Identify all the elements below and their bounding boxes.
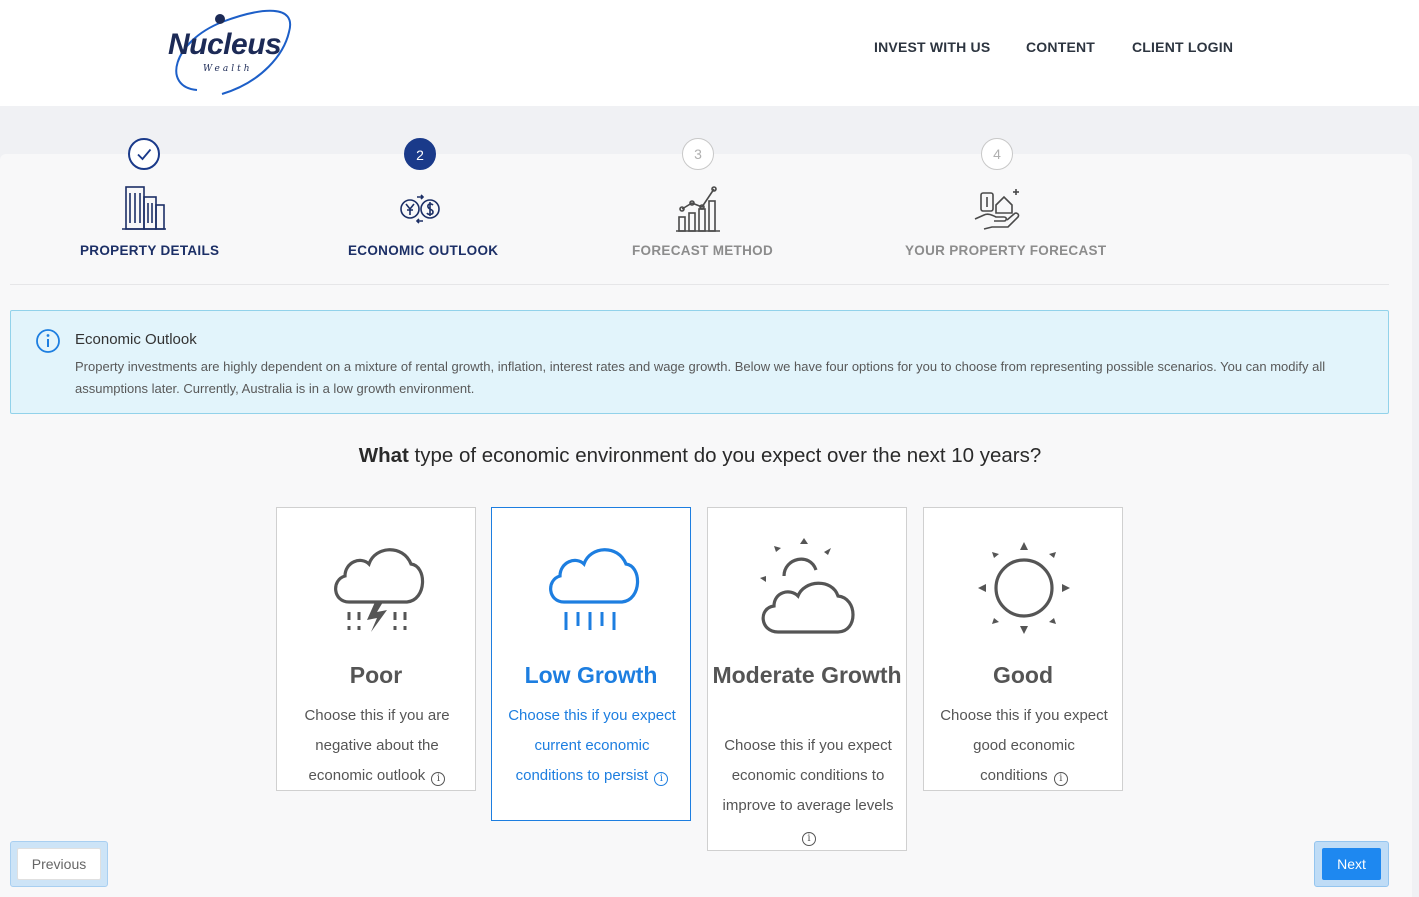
info-tooltip-icon[interactable]: i bbox=[431, 772, 446, 786]
buildings-icon bbox=[122, 186, 166, 230]
step-2-indicator[interactable]: 2 bbox=[404, 138, 436, 170]
checkmark-icon bbox=[137, 148, 152, 161]
question-bold: What bbox=[358, 444, 409, 467]
option-desc: Choose this if you expect economic condi… bbox=[722, 737, 894, 846]
sun-icon bbox=[978, 542, 1070, 634]
info-title: Economic Outlook bbox=[75, 331, 197, 348]
next-button[interactable]: Next bbox=[1322, 848, 1381, 880]
step-label-property-details[interactable]: PROPERTY DETAILS bbox=[80, 243, 219, 258]
option-card-low-growth[interactable]: Low Growth Choose this if you expect cur… bbox=[491, 507, 691, 821]
logo-subtext: Wealth bbox=[203, 64, 253, 74]
logo-text: Nucleus bbox=[168, 28, 282, 61]
step-label-forecast-method: FORECAST METHOD bbox=[632, 243, 773, 258]
previous-button[interactable]: Previous bbox=[17, 848, 101, 880]
info-tooltip-icon[interactable]: i bbox=[654, 772, 669, 786]
step-4-indicator: 4 bbox=[981, 138, 1013, 170]
step-label-economic-outlook[interactable]: ECONOMIC OUTLOOK bbox=[348, 243, 498, 258]
option-card-poor[interactable]: Poor Choose this if you are negative abo… bbox=[276, 507, 476, 791]
top-navigation-bar: Nucleus Wealth INVEST WITH US CONTENT CL… bbox=[0, 0, 1419, 106]
info-callout: Economic Outlook Property investments ar… bbox=[10, 310, 1389, 414]
question-rest: type of economic environment do you expe… bbox=[408, 444, 1042, 467]
rain-cloud-icon bbox=[549, 548, 640, 630]
question-heading: What type of economic environment do you… bbox=[0, 444, 1400, 468]
hand-money-house-icon bbox=[974, 189, 1020, 230]
nav-content[interactable]: CONTENT bbox=[1026, 39, 1095, 55]
wizard-panel bbox=[0, 154, 1412, 897]
step-3-indicator: 3 bbox=[682, 138, 714, 170]
bar-chart-trend-icon bbox=[676, 186, 720, 232]
option-desc: Choose this if you are negative about th… bbox=[304, 707, 450, 786]
option-title: Moderate Growth bbox=[712, 662, 902, 688]
info-body: Property investments are highly dependen… bbox=[75, 359, 1326, 396]
nucleus-wealth-logo[interactable]: Nucleus Wealth bbox=[162, 2, 294, 102]
steps-divider bbox=[10, 284, 1389, 285]
option-card-moderate-growth[interactable]: Moderate Growth Choose this if you expec… bbox=[707, 507, 907, 851]
storm-cloud-icon bbox=[334, 548, 425, 632]
partly-cloudy-icon bbox=[760, 538, 855, 634]
option-title: Good bbox=[992, 662, 1054, 688]
step-label-your-property-forecast: YOUR PROPERTY FORECAST bbox=[905, 243, 1107, 258]
option-desc: Choose this if you expect good economic … bbox=[940, 707, 1108, 786]
step-1-complete-indicator[interactable] bbox=[128, 138, 160, 170]
next-button-focus-ring: Next bbox=[1314, 841, 1389, 887]
currency-exchange-icon bbox=[400, 194, 440, 224]
option-desc: Choose this if you expect current econom… bbox=[508, 707, 676, 786]
info-tooltip-icon[interactable]: i bbox=[1053, 772, 1068, 786]
option-card-good[interactable]: Good Choose this if you expect good econ… bbox=[923, 507, 1123, 791]
previous-button-focus-ring: Previous bbox=[10, 841, 108, 887]
option-title: Poor bbox=[349, 662, 403, 688]
nav-client-login[interactable]: CLIENT LOGIN bbox=[1132, 39, 1233, 55]
nav-invest-with-us[interactable]: INVEST WITH US bbox=[874, 39, 990, 55]
info-icon bbox=[36, 329, 60, 353]
info-tooltip-icon[interactable]: i bbox=[802, 832, 816, 846]
option-title: Low Growth bbox=[524, 662, 658, 688]
